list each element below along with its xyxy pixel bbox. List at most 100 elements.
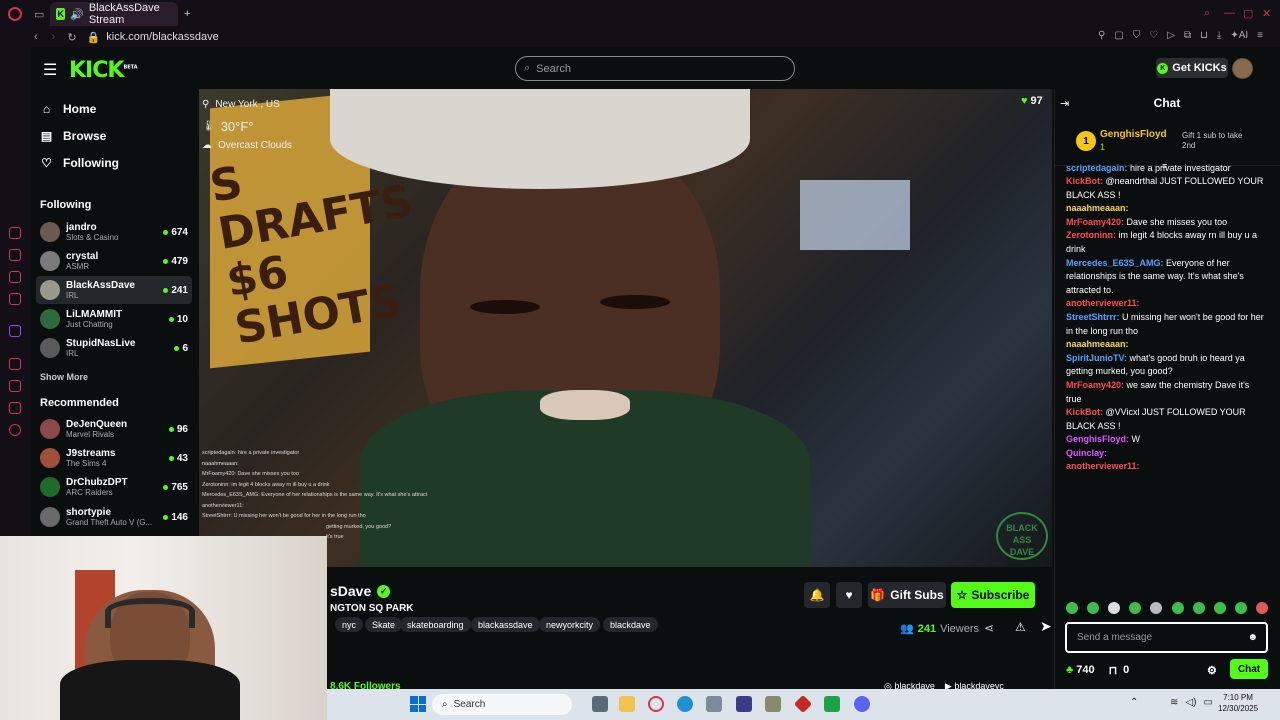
emote-icon[interactable]	[1171, 602, 1184, 614]
sidebar-app-icon[interactable]	[9, 293, 21, 305]
stream-tag[interactable]: Skate	[365, 617, 403, 632]
report-icon[interactable]: ⚠	[1015, 620, 1026, 634]
app-icon[interactable]	[736, 696, 752, 712]
pinned-user[interactable]: GenghisFloyd	[1100, 129, 1167, 140]
sidebar-app-icon[interactable]	[9, 358, 21, 370]
sidebar-app-icon[interactable]	[9, 402, 21, 414]
discord-icon[interactable]	[854, 696, 870, 712]
nav-browse[interactable]: ▤ Browse	[40, 129, 107, 143]
sidebar-channel[interactable]: LiLMAMMIT Just Chatting 10	[36, 305, 192, 333]
emote-icon[interactable]	[1150, 602, 1163, 614]
stream-tag[interactable]: skateboarding	[400, 617, 471, 632]
start-button[interactable]	[410, 696, 426, 712]
stream-tag[interactable]: blackassdave	[471, 617, 540, 632]
sidebar-channel[interactable]: StupidNasLive IRL 6	[36, 334, 192, 362]
chat-username[interactable]: MrFoamy420:	[1066, 217, 1127, 227]
emote-icon[interactable]	[1129, 602, 1142, 614]
chat-username[interactable]: anotherviewer11:	[1066, 461, 1140, 471]
edge-icon[interactable]	[677, 696, 693, 712]
sidebar-channel[interactable]: DrChubzDPT ARC Raiders 765	[36, 473, 192, 501]
channel-name[interactable]: sDave	[330, 583, 371, 599]
store-icon[interactable]	[706, 696, 722, 712]
notification-bell-button[interactable]: 🔔	[804, 582, 830, 608]
sidebar-app-icon[interactable]	[9, 227, 21, 239]
app-icon[interactable]	[765, 696, 781, 712]
chat-username[interactable]: Quinclay:	[1066, 448, 1107, 458]
menu-icon[interactable]: ≡	[1257, 30, 1263, 41]
sidebar-channel[interactable]: J9streams The Sims 4 43	[36, 444, 192, 472]
battery-icon[interactable]: ▭	[1203, 697, 1212, 708]
search-input[interactable]: ⌕ Search	[515, 56, 795, 81]
emote-icon[interactable]	[1108, 602, 1121, 614]
twitch-icon[interactable]	[9, 325, 21, 337]
chat-username[interactable]: GenghisFloyd:	[1066, 434, 1132, 444]
speaker-icon[interactable]: 🔊	[70, 8, 84, 21]
user-avatar[interactable]	[1232, 58, 1253, 79]
tray-chevron-icon[interactable]: ⌃	[1130, 697, 1138, 708]
emote-icon[interactable]	[1087, 602, 1100, 614]
kick-logo[interactable]: KICKBETA	[69, 58, 138, 83]
opera-taskbar-icon[interactable]	[648, 696, 664, 712]
opera-logo-icon[interactable]	[8, 7, 22, 21]
sidebar-app-icon[interactable]	[9, 249, 21, 261]
emote-icon[interactable]	[1066, 602, 1078, 614]
hamburger-menu-icon[interactable]: ☰	[43, 60, 57, 80]
history-icon[interactable]	[9, 380, 21, 392]
emoji-icon[interactable]: ☻	[1247, 632, 1258, 643]
chat-username[interactable]: naaahmeaaan:	[1066, 203, 1129, 213]
nav-home[interactable]: ⌂ Home	[40, 102, 96, 116]
new-tab-icon[interactable]: +	[184, 8, 190, 20]
emote-icon[interactable]	[1213, 602, 1226, 614]
settings-icon[interactable]	[9, 424, 21, 436]
follow-button[interactable]: ♥	[836, 582, 862, 608]
points-count[interactable]: 740	[1076, 664, 1094, 676]
volume-icon[interactable]: ◁)	[1185, 697, 1196, 708]
maximize-icon[interactable]: ▢	[1243, 7, 1253, 20]
sidebar-channel[interactable]: DeJenQueen Marvel Rivals 96	[36, 415, 192, 443]
wifi-icon[interactable]: ≋	[1170, 697, 1178, 708]
sidebar-channel[interactable]: shortypie Grand Theft Auto V (G... 146	[36, 503, 192, 531]
tab-menu-icon[interactable]: ▭	[34, 8, 44, 21]
send-chat-button[interactable]: Chat	[1230, 659, 1268, 679]
chat-username[interactable]: naaahmeaaan:	[1066, 339, 1129, 349]
snapshot-icon[interactable]: ▢	[1114, 30, 1123, 41]
stream-tag[interactable]: blackdave	[603, 617, 658, 632]
close-window-icon[interactable]: ✕	[1262, 7, 1271, 20]
chat-settings-icon[interactable]: ⚙	[1207, 664, 1217, 677]
heart-icon[interactable]: ♡	[1149, 30, 1158, 41]
sidebar-channel[interactable]: jandro Slots & Casino 674	[36, 218, 192, 246]
minimize-icon[interactable]: —	[1224, 7, 1235, 19]
download-icon[interactable]: ⤓	[1217, 30, 1221, 41]
chat-username[interactable]: MrFoamy420:	[1066, 380, 1127, 390]
kick-taskbar-icon[interactable]	[824, 696, 840, 712]
wallet-icon[interactable]: ⊔	[1200, 30, 1208, 41]
gift-count[interactable]: 0	[1123, 664, 1129, 676]
get-kicks-button[interactable]: K Get KICKs	[1156, 58, 1228, 78]
chat-username[interactable]: Mercedes_E63S_AMG:	[1066, 258, 1166, 268]
extensions-icon[interactable]: ⧉	[1184, 30, 1191, 41]
emote-icon[interactable]	[1192, 602, 1205, 614]
chat-username[interactable]: KickBot:	[1066, 176, 1106, 186]
ai-icon[interactable]: ✦AI	[1230, 30, 1248, 41]
back-icon[interactable]: ‹	[34, 31, 38, 43]
chat-username[interactable]: StreetShtrrr:	[1066, 312, 1122, 322]
chat-username[interactable]: Zerotoninn:	[1066, 230, 1119, 240]
play-icon[interactable]: ▷	[1167, 30, 1175, 41]
stream-tag[interactable]: nyc	[335, 617, 364, 632]
nav-following[interactable]: ♡ Following	[40, 156, 119, 170]
shield-icon[interactable]: ⛉	[1133, 30, 1141, 41]
chat-username[interactable]: SpiritJunioTV:	[1066, 353, 1130, 363]
stream-tag[interactable]: newyorkcity	[539, 617, 601, 632]
task-view-icon[interactable]	[592, 696, 608, 712]
chat-username[interactable]: anotherviewer11:	[1066, 298, 1140, 308]
emote-icon[interactable]	[1255, 602, 1268, 614]
browser-tab[interactable]: K 🔊 BlackAssDave Stream	[50, 2, 178, 26]
chat-username[interactable]: scriptedagain:	[1066, 163, 1130, 173]
sidebar-channel[interactable]: BlackAssDave IRL 241	[36, 276, 192, 304]
sidebar-channel[interactable]: crystal ASMR 479	[36, 247, 192, 275]
subscribe-button[interactable]: ☆ Subscribe	[951, 582, 1035, 608]
taskbar-clock[interactable]: 7:10 PM 12/30/2025	[1218, 692, 1258, 714]
url-text[interactable]: kick.com/blackassdave	[106, 31, 219, 43]
chat-username[interactable]: KickBot:	[1066, 407, 1106, 417]
sidebar-app-icon[interactable]	[9, 271, 21, 283]
